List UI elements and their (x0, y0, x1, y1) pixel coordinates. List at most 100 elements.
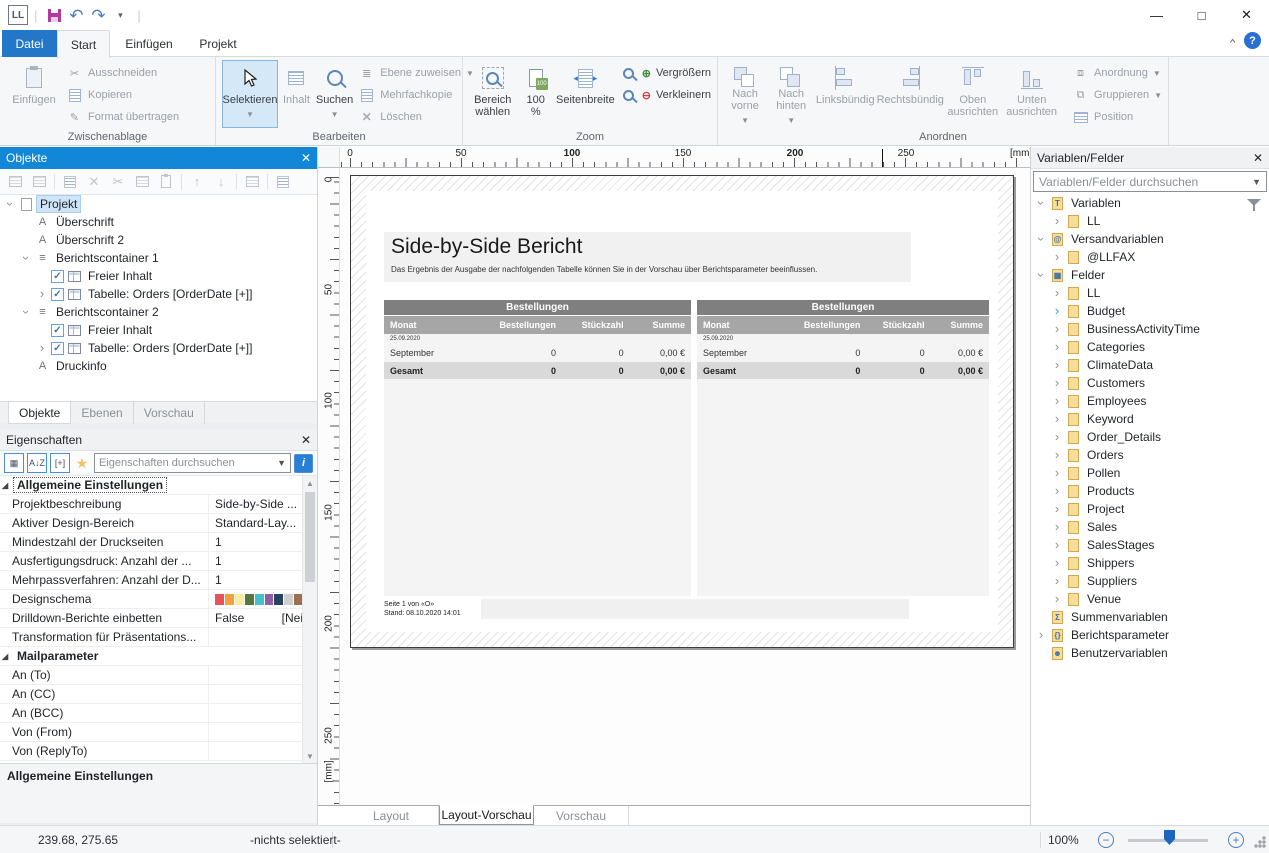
redo-button[interactable]: ↷ (87, 4, 109, 26)
tab-einfuegen[interactable]: Einfügen (118, 30, 180, 57)
close-button[interactable]: ✕ (1224, 0, 1269, 30)
property-value[interactable]: Side-by-Side ... (208, 495, 317, 513)
field-item-21[interactable]: ›Suppliers (1031, 572, 1269, 590)
property-value[interactable] (208, 742, 317, 760)
align-right-button[interactable]: Rechtsbündig (878, 60, 942, 128)
field-item-25[interactable]: ☻Benutzervariablen (1031, 644, 1269, 662)
zoom-select-area-button[interactable]: Bereich wählen (469, 60, 516, 128)
maximize-button[interactable]: □ (1179, 0, 1224, 30)
undo-button[interactable]: ↶ (65, 4, 87, 26)
field-item-16[interactable]: ›Products (1031, 482, 1269, 500)
collapse-icon[interactable]: › (1035, 197, 1047, 209)
expand-icon[interactable]: › (1051, 413, 1063, 425)
zoom-slider-handle[interactable] (1164, 830, 1175, 845)
property-category[interactable]: ◢Mailparameter (0, 647, 317, 666)
expand-icon[interactable]: › (1051, 575, 1063, 587)
cut-button[interactable]: ✂Ausschneiden (66, 64, 179, 82)
expand-icon[interactable]: › (1051, 557, 1063, 569)
visibility-checkbox[interactable]: ✓ (51, 270, 64, 283)
field-item-24[interactable]: ›{}Berichtsparameter (1031, 626, 1269, 644)
property-row[interactable]: Von (From) (0, 723, 317, 742)
field-item-17[interactable]: ›Project (1031, 500, 1269, 518)
move-down-icon[interactable]: ↓ (212, 173, 230, 191)
expand-icon[interactable]: › (1051, 395, 1063, 407)
expand-icon[interactable]: › (1051, 503, 1063, 515)
copy-icon[interactable] (133, 173, 151, 191)
scroll-up-icon[interactable]: ▲ (303, 476, 317, 490)
expand-icon[interactable]: › (36, 288, 48, 300)
zoom-out-button[interactable]: − (1098, 832, 1114, 848)
zoom-100-button[interactable]: 100 100 % (520, 60, 551, 128)
property-row[interactable]: An (To) (0, 666, 317, 685)
field-item-23[interactable]: ΣSummenvariablen (1031, 608, 1269, 626)
scroll-down-icon[interactable]: ▼ (303, 749, 317, 763)
cut-icon[interactable]: ✂ (109, 173, 127, 191)
property-row[interactable]: ProjektbeschreibungSide-by-Side ... (0, 495, 317, 514)
collapse-icon[interactable]: › (4, 198, 16, 210)
search-button[interactable]: Suchen ▼ (315, 60, 354, 128)
property-value[interactable] (208, 723, 317, 741)
property-value[interactable]: Standard-Lay... (208, 514, 317, 532)
field-item-15[interactable]: ›Pollen (1031, 464, 1269, 482)
property-row[interactable]: Drilldown-Berichte einbettenFalse[Nein] (0, 609, 317, 628)
panel-tab-ebenen[interactable]: Ebenen (71, 402, 133, 424)
format-painter-button[interactable]: ✎Format übertragen (66, 108, 179, 126)
field-item-12[interactable]: ›Keyword (1031, 410, 1269, 428)
expand-icon[interactable]: › (1051, 539, 1063, 551)
view-tab-vorschau[interactable]: Vorschau (534, 806, 629, 826)
view-tab-layout[interactable]: Layout (344, 806, 439, 826)
panel-tab-vorschau[interactable]: Vorschau (134, 402, 205, 424)
edit-table-icon[interactable] (243, 173, 261, 191)
property-category[interactable]: ◢Allgemeine Einstellungen (0, 476, 317, 495)
object-item-2[interactable]: AÜberschrift 2 (0, 231, 317, 249)
paste-button[interactable]: Einfügen (6, 60, 62, 128)
field-item-14[interactable]: ›Orders (1031, 446, 1269, 464)
property-row[interactable]: An (CC) (0, 685, 317, 704)
expand-icon[interactable]: › (1051, 593, 1063, 605)
property-value[interactable]: 1 (208, 571, 317, 589)
expand-icon[interactable]: › (1051, 485, 1063, 497)
delete-icon[interactable]: ✕ (85, 173, 103, 191)
property-value[interactable]: 1 (208, 552, 317, 570)
multicopy-button[interactable]: Mehrfachkopie (358, 86, 474, 104)
property-value[interactable] (208, 666, 317, 684)
expand-icon[interactable]: › (1051, 467, 1063, 479)
object-item-8[interactable]: ›✓Tabelle: Orders [OrderDate [+]] (0, 339, 317, 357)
content-button[interactable]: Inhalt (282, 60, 311, 128)
quick-access-dropdown[interactable]: ▾ (109, 4, 131, 26)
object-item-7[interactable]: ✓Freier Inhalt (0, 321, 317, 339)
object-item-0[interactable]: ›Projekt (0, 195, 317, 213)
categorized-view-button[interactable]: ▦ (4, 453, 24, 473)
designschema-swatches[interactable] (208, 590, 317, 608)
expand-icon[interactable]: › (1051, 359, 1063, 371)
close-icon[interactable]: ✕ (301, 151, 311, 165)
expand-icon[interactable]: › (1051, 449, 1063, 461)
resize-grip[interactable] (1254, 836, 1266, 848)
collapse-icon[interactable]: › (20, 252, 32, 264)
expand-icon[interactable]: › (1051, 305, 1063, 317)
collapse-ribbon-icon[interactable]: › (1225, 38, 1239, 44)
properties-icon[interactable] (61, 173, 79, 191)
copy-button[interactable]: Kopieren (66, 86, 179, 104)
field-item-19[interactable]: ›SalesStages (1031, 536, 1269, 554)
tab-projekt[interactable]: Projekt (190, 30, 246, 57)
move-up-icon[interactable]: ↑ (188, 173, 206, 191)
scrollbar-thumb[interactable] (305, 492, 315, 582)
close-icon[interactable]: ✕ (301, 433, 311, 447)
collapse-icon[interactable]: › (1035, 269, 1047, 281)
collapse-icon[interactable]: › (1035, 233, 1047, 245)
field-item-11[interactable]: ›Employees (1031, 392, 1269, 410)
field-item-13[interactable]: ›Order_Details (1031, 428, 1269, 446)
category-collapse-icon[interactable]: ◢ (2, 481, 14, 490)
info-button[interactable]: i (294, 454, 313, 473)
field-item-18[interactable]: ›Sales (1031, 518, 1269, 536)
app-icon[interactable]: LL (8, 5, 28, 25)
expand-icon[interactable]: › (36, 342, 48, 354)
delete-button[interactable]: ✕Löschen (358, 108, 474, 126)
property-row[interactable]: Aktiver Design-BereichStandard-Lay... (0, 514, 317, 533)
field-item-22[interactable]: ›Venue (1031, 590, 1269, 608)
field-item-0[interactable]: ›TVariablen (1031, 194, 1269, 212)
property-row[interactable]: Mindestzahl der Druckseiten1 (0, 533, 317, 552)
expand-icon[interactable]: › (1051, 521, 1063, 533)
property-row[interactable]: Ausfertigungsdruck: Anzahl der ...1 (0, 552, 317, 571)
